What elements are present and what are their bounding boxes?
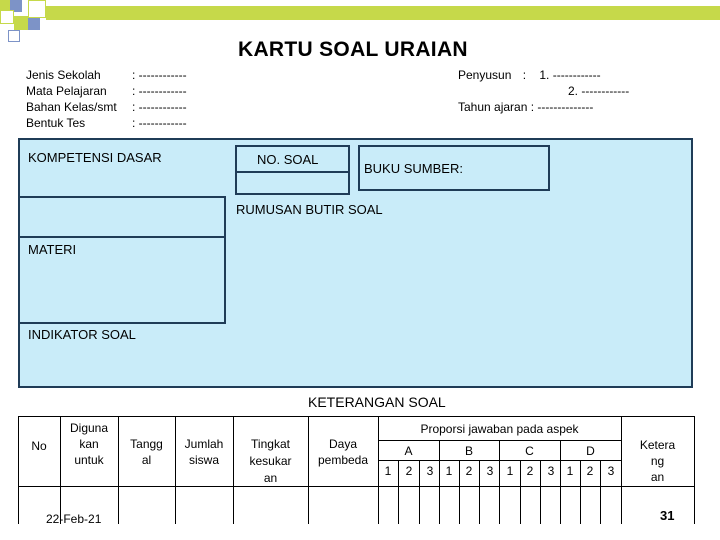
aspek-c: C xyxy=(525,444,534,458)
no-soal-label: NO. SOAL xyxy=(257,152,319,167)
page-number: 31 xyxy=(660,508,675,523)
header-keterangan: Ketera ng an xyxy=(639,438,676,484)
buku-sumber-box: BUKU SUMBER: xyxy=(358,145,550,191)
table-row-line xyxy=(18,486,694,487)
col-line-3 xyxy=(175,416,176,524)
header-tingkat-kesukaran: Tingkat kesukar an xyxy=(249,437,292,485)
indikator-soal-label: INDIKATOR SOAL xyxy=(28,327,136,342)
kompetensi-right-border xyxy=(224,196,226,236)
meta-left: Jenis Sekolah: ------------ Mata Pelajar… xyxy=(26,67,187,131)
header-proporsi: Proporsi jawaban pada aspek xyxy=(420,422,579,436)
keterangan-title: KETERANGAN SOAL xyxy=(308,394,446,410)
meta-row-bahan-kelas: Bahan Kelas/smt: ------------ xyxy=(26,100,187,114)
aspek-a: A xyxy=(404,444,413,458)
sub-line-d1 xyxy=(580,460,581,524)
aspek-b-sub-3: 3 xyxy=(486,464,494,478)
keterangan-table: No Diguna kan untuk Tangg al Jumlah sisw… xyxy=(18,416,695,524)
aspek-c-sub-3: 3 xyxy=(547,464,555,478)
meta-tahun-ajaran: Tahun ajaran : -------------- xyxy=(458,100,594,114)
aspek-b-sub-2: 2 xyxy=(465,464,473,478)
soal-panel: KOMPETENSI DASAR NO. SOAL BUKU SUMBER: R… xyxy=(18,138,693,388)
no-soal-box: NO. SOAL xyxy=(235,145,350,195)
header-daya-pembeda: Daya pembeda xyxy=(317,437,369,467)
meta-penyusun-2: 2. ------------ xyxy=(568,84,630,98)
sub-line-a1 xyxy=(398,460,399,524)
meta-right: Penyusun:1. ------------ 2. ------------… xyxy=(458,67,629,115)
header-digunakan: Diguna kan untuk xyxy=(69,421,109,467)
aspek-a-sub-3: 3 xyxy=(426,464,434,478)
aspek-c-sub-2: 2 xyxy=(526,464,534,478)
header-tanggal: Tangg al xyxy=(130,437,163,467)
meta-row-jenis-sekolah: Jenis Sekolah: ------------ xyxy=(26,68,187,82)
table-top-line xyxy=(18,416,694,417)
kompetensi-dasar-label: KOMPETENSI DASAR xyxy=(28,150,162,165)
materi-right-border xyxy=(224,236,226,324)
header-no: No xyxy=(31,439,47,453)
sub-line-d2 xyxy=(600,460,601,524)
col-line-5 xyxy=(308,416,309,524)
aspek-d-sub-2: 2 xyxy=(586,464,594,478)
footer-date: 22-Feb-21 xyxy=(46,512,102,526)
aspek-d-sub-1: 1 xyxy=(566,464,574,478)
indikator-top-border xyxy=(20,322,226,324)
aspek-c-sub-1: 1 xyxy=(506,464,514,478)
sub-line-b2 xyxy=(479,460,480,524)
col-line-8 xyxy=(694,416,695,524)
page-title: KARTU SOAL URAIAN xyxy=(238,38,468,61)
sub-line-c1 xyxy=(520,460,521,524)
aspek-d-sub-3: 3 xyxy=(607,464,615,478)
col-line-2 xyxy=(118,416,119,524)
aspek-a-sub-2: 2 xyxy=(405,464,413,478)
kompetensi-bottom-border xyxy=(20,196,226,198)
aspek-b-sub-1: 1 xyxy=(445,464,453,478)
no-soal-divider xyxy=(237,171,348,173)
header-jumlah-siswa: Jumlah siswa xyxy=(184,437,224,467)
meta-row-mata-pelajaran: Mata Pelajaran: ------------ xyxy=(26,84,187,98)
aspek-a-sub-1: 1 xyxy=(384,464,392,478)
sub-line-a2 xyxy=(419,460,420,524)
col-line-0 xyxy=(18,416,19,524)
rumusan-butir-soal-label: RUMUSAN BUTIR SOAL xyxy=(236,202,383,217)
aspek-d: D xyxy=(586,444,595,458)
meta-row-bentuk-tes: Bentuk Tes: ------------ xyxy=(26,116,187,130)
materi-label: MATERI xyxy=(28,242,77,257)
materi-top-border xyxy=(20,236,226,238)
buku-sumber-label: BUKU SUMBER: xyxy=(364,161,463,176)
meta-penyusun: Penyusun:1. ------------ xyxy=(458,68,601,82)
sub-line-b1 xyxy=(459,460,460,524)
sub-line-c2 xyxy=(540,460,541,524)
aspek-b: B xyxy=(464,444,473,458)
